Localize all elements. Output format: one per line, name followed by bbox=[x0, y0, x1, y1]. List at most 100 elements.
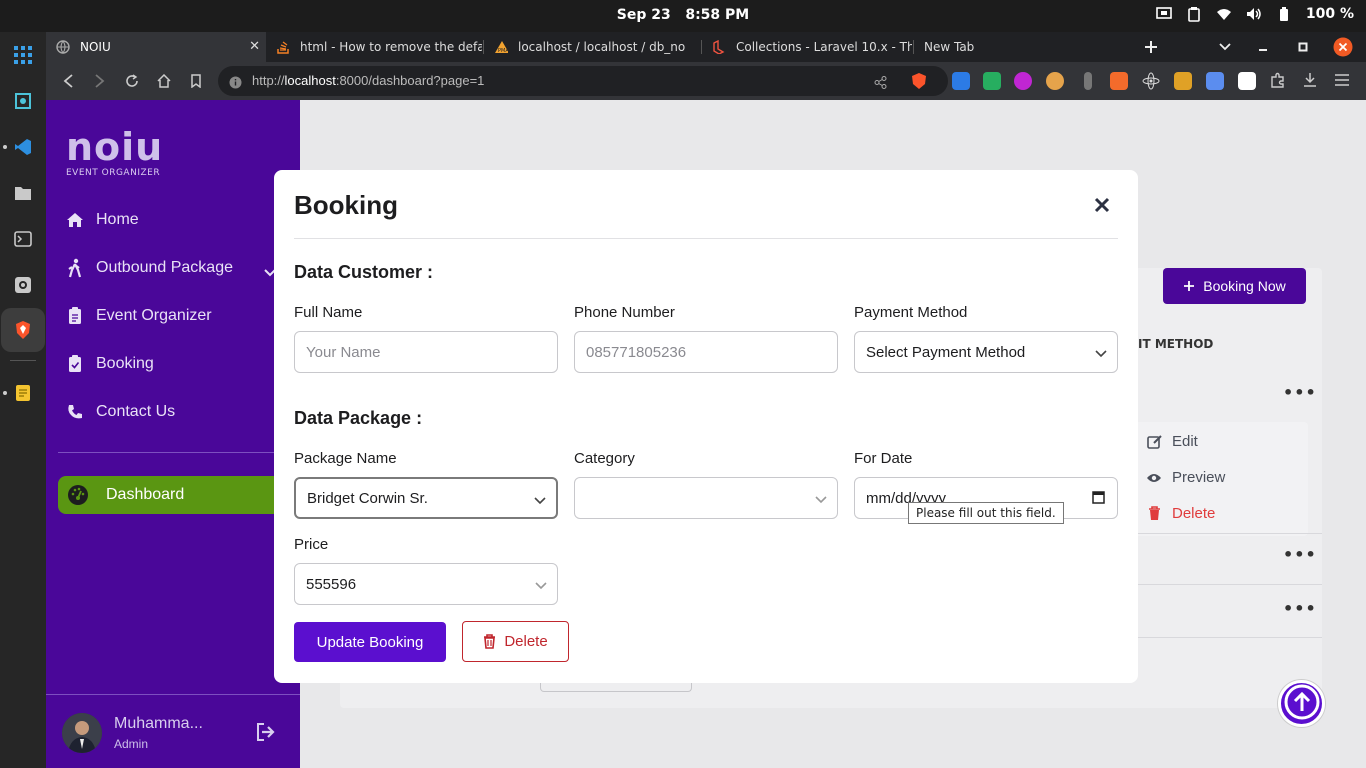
tab-new-tab[interactable]: New Tab bbox=[914, 32, 1128, 62]
row-actions-icon[interactable]: ••• bbox=[1283, 383, 1317, 402]
tab-laravel[interactable]: Collections - Laravel 10.x - The bbox=[702, 32, 912, 62]
phone-number-input[interactable]: 085771805236 bbox=[574, 331, 838, 373]
menu-item-label: Delete bbox=[1172, 505, 1216, 522]
vscode-icon[interactable] bbox=[10, 134, 36, 160]
phone-number-value: 085771805236 bbox=[586, 343, 687, 361]
edit-icon bbox=[1146, 434, 1162, 449]
tab-label: Collections - Laravel 10.x - The bbox=[736, 40, 912, 54]
extension-pages-icon[interactable] bbox=[1206, 72, 1224, 90]
app-grid-icon[interactable] bbox=[10, 42, 36, 68]
validation-tooltip: Please fill out this field. bbox=[908, 502, 1064, 524]
price-select[interactable]: 555596 bbox=[294, 563, 558, 605]
maximize-button[interactable] bbox=[1298, 32, 1308, 62]
clipboard-tray-icon[interactable] bbox=[1186, 6, 1202, 22]
row-actions-icon[interactable]: ••• bbox=[1283, 545, 1317, 564]
extension-grid-icon[interactable] bbox=[1174, 72, 1192, 90]
hiking-icon bbox=[64, 258, 86, 278]
for-date-label: For Date bbox=[854, 450, 913, 467]
category-select[interactable] bbox=[574, 477, 838, 519]
avatar[interactable] bbox=[62, 713, 102, 753]
sidebar-item-contact-us[interactable]: Contact Us bbox=[64, 395, 290, 429]
phpmyadmin-icon: PMA bbox=[494, 40, 508, 54]
sidebar-item-outbound-package[interactable]: Outbound Package bbox=[64, 251, 290, 285]
column-header-payment-method: IT METHOD bbox=[1138, 337, 1214, 351]
tab-stackoverflow[interactable]: html - How to remove the defa bbox=[266, 32, 482, 62]
screen-share-icon[interactable] bbox=[1156, 6, 1172, 22]
update-booking-button[interactable]: Update Booking bbox=[294, 622, 446, 662]
delete-booking-button[interactable]: Delete bbox=[462, 621, 569, 662]
sidebar-item-booking[interactable]: Booking bbox=[64, 347, 290, 381]
screenshot-app-icon[interactable] bbox=[10, 88, 36, 114]
sidebar: noiu EVENT ORGANIZER Home Outbound Packa… bbox=[46, 100, 300, 768]
sidebar-item-home[interactable]: Home bbox=[64, 203, 290, 237]
laravel-icon bbox=[712, 40, 726, 54]
back-icon[interactable] bbox=[59, 72, 77, 90]
tab-label: localhost / localhost / db_no bbox=[518, 40, 686, 54]
extension-bookmark-icon[interactable] bbox=[1110, 72, 1128, 90]
close-window-button[interactable] bbox=[1333, 32, 1353, 62]
home-icon bbox=[64, 212, 86, 228]
volume-icon[interactable] bbox=[1246, 6, 1262, 22]
extension-react-icon[interactable] bbox=[1142, 72, 1160, 90]
package-name-select[interactable]: Bridget Corwin Sr. bbox=[294, 477, 558, 519]
battery-icon[interactable] bbox=[1276, 6, 1292, 22]
brave-shields-icon[interactable] bbox=[910, 72, 928, 90]
settings-icon[interactable] bbox=[10, 272, 36, 298]
bookmark-icon[interactable] bbox=[187, 72, 205, 90]
menu-item-preview[interactable]: Preview bbox=[1146, 469, 1225, 486]
trash-icon bbox=[483, 634, 496, 649]
brave-browser-icon[interactable] bbox=[1, 308, 45, 352]
chevron-down-icon bbox=[1095, 345, 1107, 362]
wifi-icon[interactable] bbox=[1216, 6, 1232, 22]
menu-item-delete[interactable]: Delete bbox=[1146, 505, 1215, 522]
sidebar-item-dashboard[interactable]: Dashboard bbox=[58, 476, 300, 514]
logout-icon[interactable] bbox=[256, 723, 276, 745]
browser-tab-strip: NOIU ✕ html - How to remove the defa PMA… bbox=[46, 32, 1366, 62]
sidebar-divider bbox=[58, 452, 288, 453]
new-tab-button[interactable] bbox=[1144, 32, 1158, 62]
delete-booking-label: Delete bbox=[504, 633, 548, 650]
extension-mail-icon[interactable] bbox=[983, 72, 1001, 90]
minimize-button[interactable] bbox=[1258, 32, 1268, 62]
home-browser-icon[interactable] bbox=[155, 72, 173, 90]
notes-app-icon[interactable] bbox=[10, 380, 36, 406]
calendar-icon[interactable] bbox=[1092, 490, 1105, 504]
tab-noiu[interactable]: NOIU ✕ bbox=[46, 32, 266, 62]
download-icon[interactable] bbox=[1302, 72, 1320, 90]
row-actions-icon[interactable]: ••• bbox=[1283, 599, 1317, 618]
booking-now-button[interactable]: Booking Now bbox=[1163, 268, 1306, 304]
system-tray[interactable]: 100 % bbox=[1156, 6, 1354, 22]
extension-picker-icon[interactable] bbox=[952, 72, 970, 90]
clock-date: Sep 23 bbox=[616, 7, 671, 23]
stackoverflow-icon bbox=[276, 40, 290, 54]
scroll-to-top-button[interactable] bbox=[1278, 680, 1325, 727]
tab-phpmyadmin[interactable]: PMA localhost / localhost / db_no bbox=[484, 32, 700, 62]
section-heading-customer: Data Customer : bbox=[294, 262, 434, 282]
browser-toolbar: http://localhost:8000/dashboard?page=1 bbox=[46, 62, 1366, 100]
menu-item-edit[interactable]: Edit bbox=[1146, 433, 1198, 450]
share-icon[interactable] bbox=[874, 74, 887, 93]
clipboard-check-icon bbox=[64, 355, 86, 373]
extension-b-icon[interactable] bbox=[1238, 72, 1256, 90]
site-info-icon[interactable] bbox=[229, 74, 242, 93]
extension-bottle-icon[interactable] bbox=[1084, 72, 1092, 90]
forward-icon[interactable] bbox=[91, 72, 109, 90]
hamburger-menu-icon[interactable] bbox=[1334, 72, 1352, 90]
tab-list-chevron-icon[interactable] bbox=[1219, 32, 1231, 62]
reload-icon[interactable] bbox=[123, 72, 141, 90]
close-icon[interactable] bbox=[1089, 192, 1115, 218]
sidebar-item-label: Outbound Package bbox=[96, 259, 233, 276]
brand-logo[interactable]: noiu EVENT ORGANIZER bbox=[66, 128, 163, 178]
terminal-icon[interactable] bbox=[10, 226, 36, 252]
url-bar[interactable]: http://localhost:8000/dashboard?page=1 bbox=[218, 66, 948, 96]
payment-method-select[interactable]: Select Payment Method bbox=[854, 331, 1118, 373]
full-name-input[interactable]: Your Name bbox=[294, 331, 558, 373]
files-icon[interactable] bbox=[10, 180, 36, 206]
extensions-puzzle-icon[interactable] bbox=[1270, 72, 1288, 90]
sidebar-item-label: Home bbox=[96, 211, 139, 228]
price-value: 555596 bbox=[306, 575, 357, 593]
sidebar-item-event-organizer[interactable]: Event Organizer bbox=[64, 299, 290, 333]
extension-owl-icon[interactable] bbox=[1046, 72, 1064, 90]
extension-dot-icon[interactable] bbox=[1014, 72, 1032, 90]
close-tab-icon[interactable]: ✕ bbox=[249, 39, 260, 54]
